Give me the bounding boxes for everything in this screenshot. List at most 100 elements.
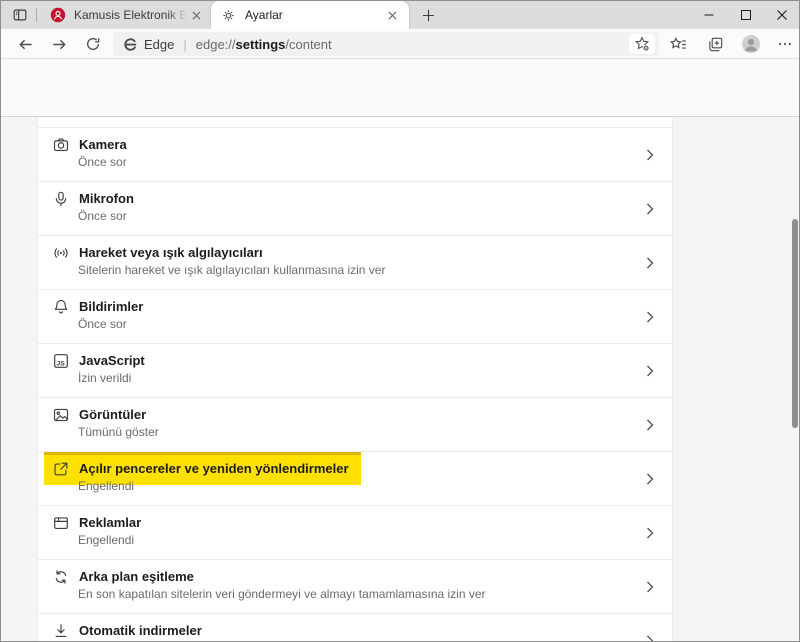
minimize-icon — [703, 9, 715, 21]
favorite-this-page-button[interactable] — [629, 34, 655, 54]
tab-title: Ayarlar — [245, 8, 383, 22]
clipped-row-remnant — [38, 118, 672, 128]
row-title: Mikrofon — [79, 191, 134, 206]
favorites-star-icon — [670, 36, 687, 53]
close-icon — [776, 9, 788, 21]
back-arrow-icon — [17, 36, 34, 53]
chevron-right-icon — [644, 473, 656, 485]
profile-avatar[interactable] — [737, 31, 765, 57]
avatar-icon — [741, 34, 761, 54]
list-item[interactable]: Reklamlar Engellendi — [38, 506, 672, 560]
refresh-icon — [85, 36, 101, 52]
collections-icon — [707, 36, 724, 53]
chevron-right-icon — [644, 581, 656, 593]
close-button[interactable] — [764, 1, 800, 29]
row-subtitle: Tümünü göster — [78, 425, 159, 439]
row-highlight-area: Otomatik indirmeler — [44, 614, 214, 642]
popup-redirect-icon — [52, 460, 70, 478]
tab-ayarlar[interactable]: Ayarlar — [211, 1, 409, 29]
maximize-button[interactable] — [728, 1, 764, 29]
chevron-right-icon — [644, 365, 656, 377]
settings-card: Kamera Önce sor Mikrofon Önce sor Hareke… — [37, 118, 673, 642]
row-title: Reklamlar — [79, 515, 141, 530]
row-title: Arka plan eşitleme — [79, 569, 194, 584]
tab-close-button[interactable] — [187, 6, 205, 24]
row-subtitle: Engellendi — [78, 479, 134, 493]
microphone-icon — [52, 190, 70, 208]
scrollbar-thumb[interactable] — [792, 219, 798, 428]
edge-logo-icon — [123, 37, 138, 52]
chevron-right-icon — [644, 149, 656, 161]
vertical-tabs-button[interactable] — [7, 4, 33, 26]
favorites-button[interactable] — [664, 31, 692, 57]
back-button[interactable] — [11, 31, 39, 57]
chevron-right-icon — [644, 203, 656, 215]
engine-label: Edge — [144, 37, 174, 52]
row-title: Görüntüler — [79, 407, 146, 422]
url-text: edge://settings/content — [196, 37, 629, 52]
more-menu-button[interactable] — [771, 31, 799, 57]
image-icon — [52, 406, 70, 424]
camera-icon — [52, 136, 70, 154]
maximize-icon — [740, 9, 752, 21]
list-item[interactable]: JS JavaScript İzin verildi — [38, 344, 672, 398]
settings-header: Ayarlar — [1, 60, 799, 117]
row-title: Otomatik indirmeler — [79, 623, 202, 638]
list-item[interactable]: Mikrofon Önce sor — [38, 182, 672, 236]
ads-icon — [52, 514, 70, 532]
settings-content: Kamera Önce sor Mikrofon Önce sor Hareke… — [1, 117, 799, 642]
refresh-button[interactable] — [79, 31, 107, 57]
gear-icon — [221, 7, 237, 23]
settings-list: Kamera Önce sor Mikrofon Önce sor Hareke… — [38, 128, 672, 642]
row-subtitle: Önce sor — [78, 317, 127, 331]
tab-strip-separator — [36, 8, 37, 22]
row-subtitle: İzin verildi — [78, 371, 131, 385]
tab-title: Kamusis Elektronik Belge ve Arşi — [74, 8, 187, 22]
javascript-icon: JS — [52, 352, 70, 370]
bell-icon — [52, 298, 70, 316]
ellipsis-icon — [777, 36, 793, 52]
list-item[interactable]: Otomatik indirmeler Bir site otomatik ol… — [38, 614, 672, 642]
kamusis-favicon-icon — [50, 7, 66, 23]
forward-button[interactable] — [45, 31, 73, 57]
chevron-right-icon — [644, 311, 656, 323]
row-title: Kamera — [79, 137, 127, 152]
motion-sensors-icon — [52, 244, 70, 262]
chevron-right-icon — [644, 527, 656, 539]
download-icon — [52, 622, 70, 640]
row-title: Hareket veya ışık algılayıcıları — [79, 245, 263, 260]
chevron-right-icon — [644, 257, 656, 269]
vertical-tabs-icon — [12, 7, 28, 23]
collections-button[interactable] — [701, 31, 729, 57]
background-sync-icon — [52, 568, 70, 586]
row-subtitle: Sitelerin hareket ve ışık algılayıcıları… — [78, 263, 385, 277]
list-item[interactable]: Bildirimler Önce sor — [38, 290, 672, 344]
row-subtitle: Önce sor — [78, 155, 127, 169]
list-item[interactable]: Kamera Önce sor — [38, 128, 672, 182]
row-title: Bildirimler — [79, 299, 143, 314]
list-item[interactable]: Hareket veya ışık algılayıcıları Siteler… — [38, 236, 672, 290]
address-bar[interactable]: Edge | edge://settings/content — [113, 32, 659, 56]
list-item[interactable]: Arka plan eşitleme En son kapatılan site… — [38, 560, 672, 614]
chevron-right-icon — [644, 419, 656, 431]
forward-arrow-icon — [51, 36, 68, 53]
row-title: Açılır pencereler ve yeniden yönlendirme… — [79, 461, 349, 476]
row-subtitle: Önce sor — [78, 209, 127, 223]
browser-window: Kamusis Elektronik Belge ve Arşi Ayarlar — [0, 0, 800, 642]
tab-close-button[interactable] — [383, 6, 401, 24]
row-subtitle: En son kapatılan sitelerin veri gönderme… — [78, 587, 486, 601]
row-subtitle: Engellendi — [78, 533, 134, 547]
new-tab-button[interactable] — [417, 5, 439, 25]
toolbar: Edge | edge://settings/content — [1, 29, 799, 59]
row-title: JavaScript — [79, 353, 145, 368]
tab-strip: Kamusis Elektronik Belge ve Arşi Ayarlar — [1, 1, 799, 29]
list-item[interactable]: Açılır pencereler ve yeniden yönlendirme… — [38, 452, 672, 506]
engine-chip: Edge — [123, 37, 174, 52]
tab-kamusis[interactable]: Kamusis Elektronik Belge ve Arşi — [41, 1, 211, 29]
list-item[interactable]: Görüntüler Tümünü göster — [38, 398, 672, 452]
svg-text:JS: JS — [57, 360, 66, 367]
chevron-right-icon — [644, 635, 656, 642]
minimize-button[interactable] — [691, 1, 727, 29]
plus-icon — [422, 9, 435, 22]
url-separator: | — [183, 37, 186, 52]
